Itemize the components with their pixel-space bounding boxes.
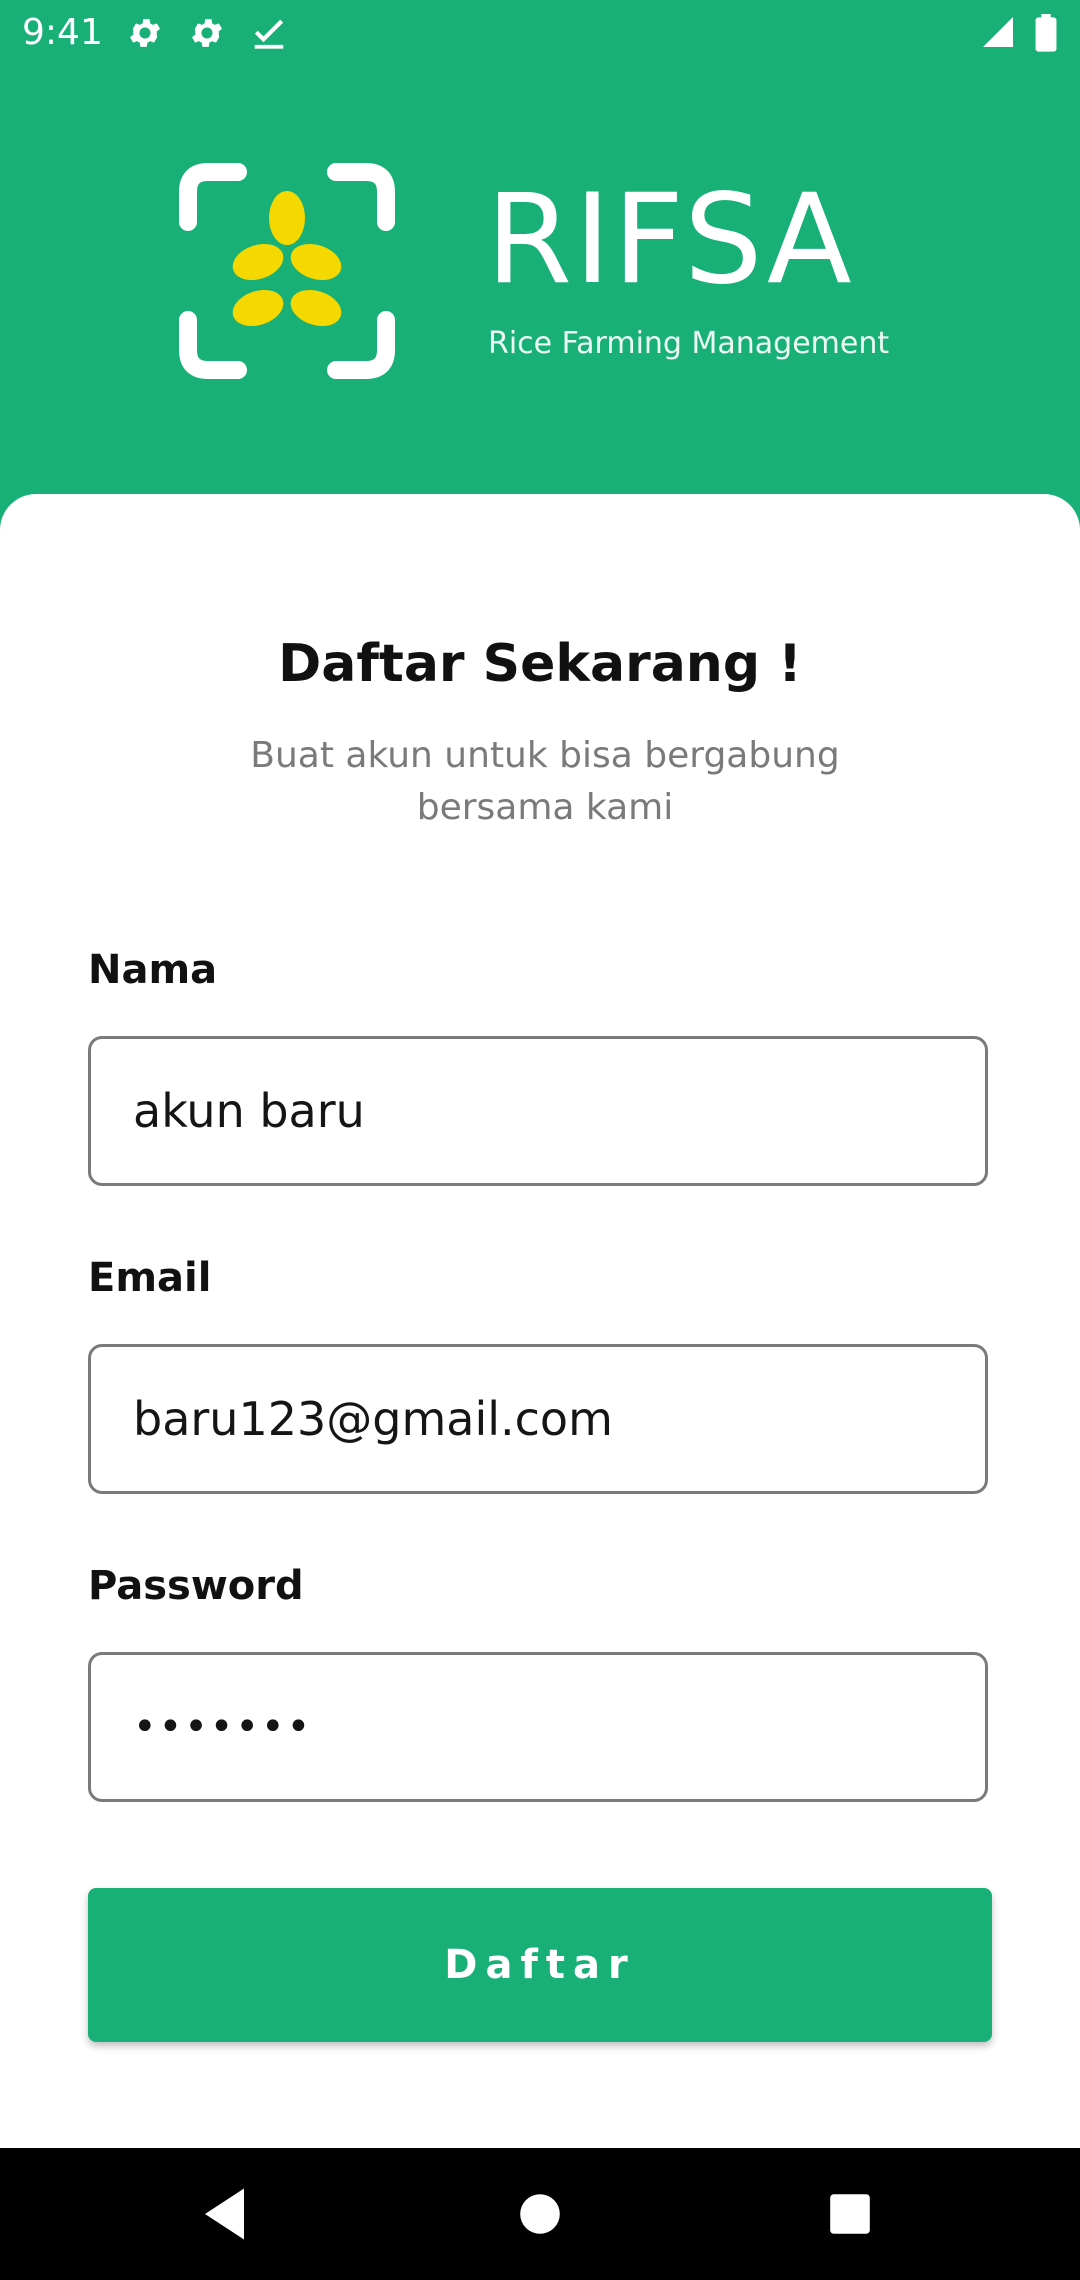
brand-subtitle: Rice Farming Management [488, 326, 890, 361]
password-field[interactable]: ••••••• [88, 1652, 988, 1802]
back-icon[interactable] [190, 2178, 262, 2250]
status-bar: 9:41 [0, 0, 1080, 66]
email-value: baru123@gmail.com [133, 1392, 613, 1446]
settings-icon [126, 14, 164, 52]
battery-icon [1034, 14, 1058, 52]
password-label: Password [88, 1563, 304, 1609]
home-icon[interactable] [504, 2178, 576, 2250]
rice-scan-icon [178, 162, 396, 380]
check-icon [250, 14, 288, 52]
recents-icon[interactable] [814, 2178, 886, 2250]
name-field[interactable]: akun baru [88, 1036, 988, 1186]
register-card: Daftar Sekarang ! Buat akun untuk bisa b… [0, 494, 1080, 2148]
page-title: Daftar Sekarang ! [278, 634, 802, 694]
status-time: 9:41 [22, 12, 103, 53]
page-subtitle: Buat akun untuk bisa bergabung bersama k… [250, 735, 840, 828]
brand-title: RIFSA [486, 168, 854, 312]
register-button[interactable]: Daftar [88, 1888, 992, 2042]
password-value: ••••••• [133, 1704, 313, 1750]
name-label: Nama [88, 947, 218, 993]
signal-icon [980, 14, 1016, 50]
register-screen: 9:41 RIFSA Rice Farming Management Dafta… [0, 0, 1080, 2280]
email-label: Email [88, 1255, 212, 1301]
name-value: akun baru [133, 1084, 365, 1138]
email-field[interactable]: baru123@gmail.com [88, 1344, 988, 1494]
navigation-bar [0, 2148, 1080, 2280]
settings-icon [188, 14, 226, 52]
